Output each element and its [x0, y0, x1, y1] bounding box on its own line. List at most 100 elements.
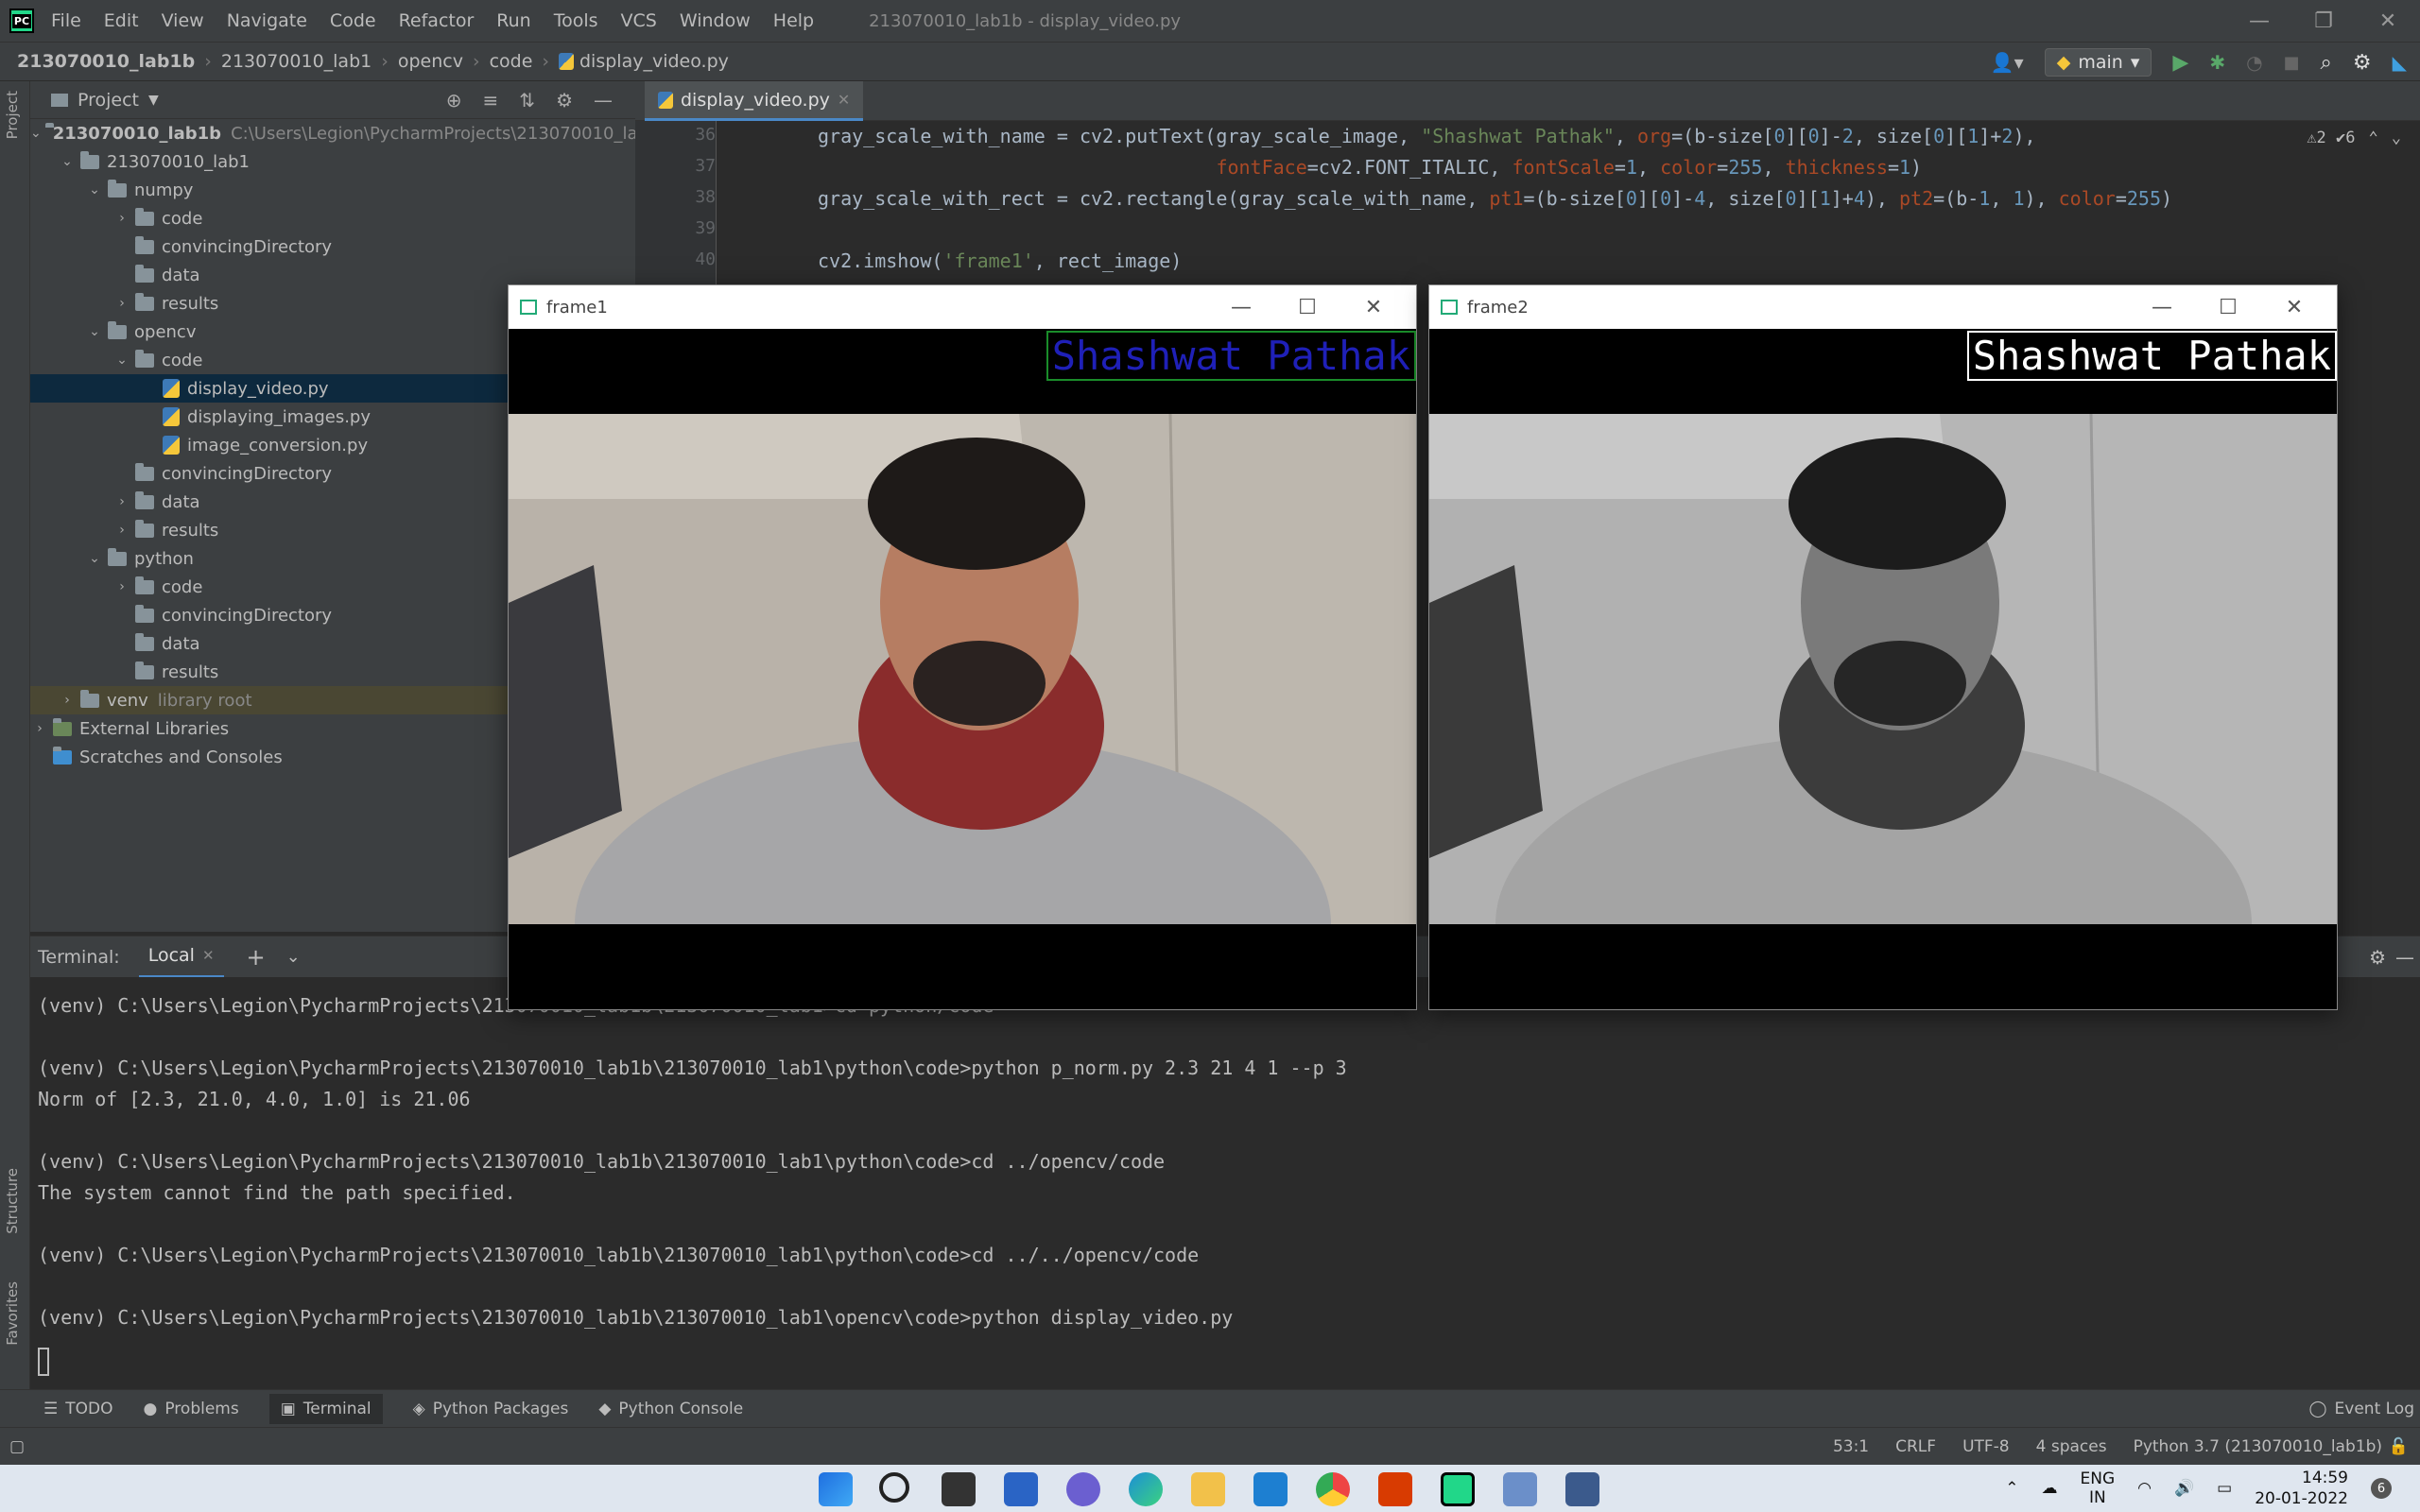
file-explorer-icon[interactable]: [1191, 1472, 1225, 1506]
minimize-button[interactable]: —: [2129, 285, 2195, 329]
coverage-icon[interactable]: ◔: [2246, 51, 2262, 74]
event-log-button[interactable]: ◯ Event Log: [2309, 1400, 2415, 1418]
close-icon[interactable]: ✕: [202, 947, 215, 964]
menu-run[interactable]: Run: [496, 10, 530, 31]
add-terminal-icon[interactable]: +: [247, 944, 266, 971]
volume-icon[interactable]: 🔊: [2174, 1479, 2194, 1498]
toggle-tool-windows-icon[interactable]: ▢: [9, 1437, 25, 1456]
chevron-up-icon[interactable]: ⌃: [2005, 1479, 2018, 1498]
line-separator[interactable]: CRLF: [1895, 1437, 1936, 1456]
minimize-button[interactable]: —: [2227, 0, 2291, 42]
chevron-right-icon[interactable]: ›: [30, 721, 49, 736]
office-icon[interactable]: [1378, 1472, 1412, 1506]
task-view-icon[interactable]: [942, 1472, 976, 1506]
python-window-icon[interactable]: [1565, 1472, 1599, 1506]
hide-icon[interactable]: —: [2395, 946, 2414, 969]
run-config-selector[interactable]: ◆ main ▾: [2044, 48, 2152, 77]
tab-python-packages[interactable]: ◈ Python Packages: [413, 1400, 569, 1418]
notification-badge[interactable]: 6: [2371, 1478, 2392, 1499]
maximize-button[interactable]: ☐: [1274, 285, 1340, 329]
close-icon[interactable]: ✕: [838, 91, 850, 109]
debug-icon[interactable]: ✱: [2209, 51, 2225, 74]
close-button[interactable]: ✕: [2356, 0, 2420, 42]
search-icon[interactable]: [879, 1472, 909, 1503]
chevron-down-icon[interactable]: ⌄: [58, 154, 77, 169]
chevron-down-icon[interactable]: ▼: [148, 93, 159, 108]
menu-tools[interactable]: Tools: [554, 10, 598, 31]
breadcrumb-item[interactable]: display_video.py: [579, 51, 729, 72]
frame1-window[interactable]: frame1 — ☐ ✕ Shashwat Pathak: [508, 284, 1417, 1010]
tab-terminal[interactable]: ▣ Terminal: [268, 1393, 383, 1424]
interpreter-selector[interactable]: Python 3.7 (213070010_lab1b): [2134, 1437, 2382, 1456]
menu-view[interactable]: View: [162, 10, 204, 31]
expand-all-icon[interactable]: ≡: [483, 89, 499, 112]
tree-item[interactable]: convincingDirectory: [30, 232, 635, 261]
menu-window[interactable]: Window: [680, 10, 751, 31]
menu-help[interactable]: Help: [773, 10, 814, 31]
chevron-right-icon[interactable]: ›: [58, 693, 77, 708]
tab-favorites-vertical[interactable]: Favorites: [4, 1281, 21, 1346]
tree-item[interactable]: ⌄ numpy: [30, 176, 635, 204]
tab-terminal-local[interactable]: Local ✕: [138, 936, 224, 978]
tree-item[interactable]: ⌄ 213070010_lab1: [30, 147, 635, 176]
battery-icon[interactable]: ▭: [2217, 1479, 2232, 1498]
menu-vcs[interactable]: VCS: [621, 10, 657, 31]
tree-item[interactable]: ⌄ 213070010_lab1b C:\Users\Legion\PycharmP…: [30, 119, 670, 147]
file-encoding[interactable]: UTF-8: [1962, 1437, 2010, 1456]
collapse-all-icon[interactable]: ⇅: [519, 89, 535, 112]
cloud-icon[interactable]: ☁: [2041, 1479, 2057, 1498]
caret-position[interactable]: 53:1: [1833, 1437, 1869, 1456]
menu-code[interactable]: Code: [330, 10, 376, 31]
code-line[interactable]: fontFace=cv2.FONT_ITALIC, fontScale=1, c…: [818, 156, 1922, 179]
frame1-titlebar[interactable]: frame1 — ☐ ✕: [509, 285, 1416, 329]
tab-project-vertical[interactable]: Project: [4, 91, 21, 139]
indent-setting[interactable]: 4 spaces: [2036, 1437, 2107, 1456]
chevron-down-icon[interactable]: ⌄: [112, 352, 131, 368]
toolbox-icon[interactable]: ◣: [2393, 51, 2407, 74]
breadcrumb-item[interactable]: opencv: [398, 51, 463, 72]
chevron-right-icon[interactable]: ›: [112, 211, 131, 226]
breadcrumb-item[interactable]: 213070010_lab1b: [17, 51, 195, 72]
project-panel-title[interactable]: Project: [78, 90, 139, 111]
gear-icon[interactable]: ⚙: [556, 89, 573, 112]
start-icon[interactable]: [819, 1472, 853, 1506]
menu-navigate[interactable]: Navigate: [227, 10, 307, 31]
hide-icon[interactable]: —: [594, 89, 613, 112]
frame2-titlebar[interactable]: frame2 — ☐ ✕: [1429, 285, 2337, 329]
snipping-tool-icon[interactable]: [1503, 1472, 1537, 1506]
clock[interactable]: 14:59 20-01-2022: [2255, 1468, 2348, 1509]
language-indicator[interactable]: ENG IN: [2080, 1469, 2115, 1507]
breadcrumb-item[interactable]: 213070010_lab1: [221, 51, 372, 72]
tab-display-video[interactable]: display_video.py ✕: [645, 81, 864, 121]
gear-icon[interactable]: ⚙: [2353, 51, 2372, 75]
chat-icon[interactable]: [1066, 1472, 1100, 1506]
locate-icon[interactable]: ⊕: [446, 89, 462, 112]
chevron-up-icon[interactable]: ⌃: [2369, 129, 2378, 147]
chevron-right-icon[interactable]: ›: [112, 579, 131, 594]
user-icon[interactable]: 👤▾: [1991, 51, 2024, 74]
tab-problems[interactable]: ● Problems: [144, 1400, 239, 1418]
chevron-down-icon[interactable]: ⌄: [286, 947, 301, 967]
pycharm-icon[interactable]: [1441, 1472, 1475, 1506]
frame2-window[interactable]: frame2 — ☐ ✕ Shashwat Pathak: [1428, 284, 2338, 1010]
code-line[interactable]: gray_scale_with_rect = cv2.rectangle(gra…: [818, 187, 2172, 210]
menu-refactor[interactable]: Refactor: [399, 10, 475, 31]
tab-todo[interactable]: ☰ TODO: [43, 1400, 113, 1418]
chevron-right-icon[interactable]: ›: [112, 523, 131, 538]
code-line[interactable]: cv2.imshow('frame1', rect_image): [818, 249, 1182, 272]
breadcrumb-item[interactable]: code: [490, 51, 533, 72]
close-button[interactable]: ✕: [2261, 285, 2327, 329]
chevron-down-icon[interactable]: ⌄: [85, 324, 104, 339]
chevron-down-icon[interactable]: ⌄: [30, 126, 42, 141]
tab-structure-vertical[interactable]: Structure: [4, 1168, 21, 1234]
run-icon[interactable]: ▶: [2172, 51, 2188, 75]
launcher-icon[interactable]: [1253, 1472, 1288, 1506]
chrome-icon[interactable]: [1316, 1472, 1350, 1506]
code-line[interactable]: gray_scale_with_name = cv2.putText(gray_…: [818, 125, 2036, 147]
stop-icon[interactable]: ■: [2284, 53, 2300, 73]
chevron-down-icon[interactable]: ⌄: [85, 182, 104, 198]
minimize-button[interactable]: —: [1208, 285, 1274, 329]
inspection-widget[interactable]: ⚠2 ✔6 ⌃ ⌄: [2307, 129, 2401, 147]
close-button[interactable]: ✕: [1340, 285, 1407, 329]
tree-item[interactable]: › code: [30, 204, 635, 232]
